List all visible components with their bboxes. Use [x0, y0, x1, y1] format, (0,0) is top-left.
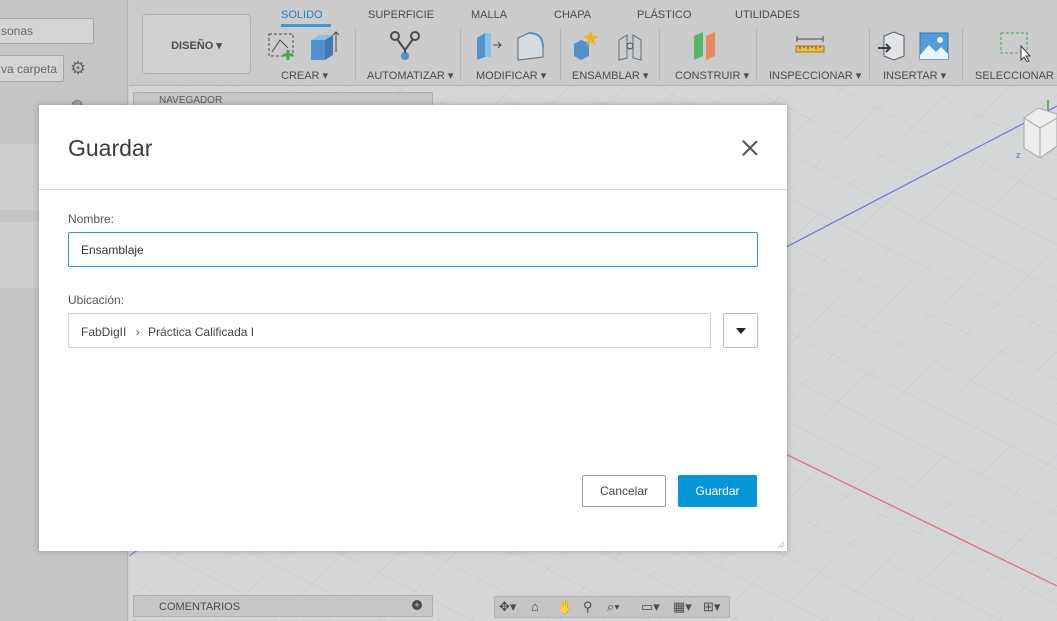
- name-label: Nombre:: [68, 212, 115, 226]
- save-dialog: Guardar Nombre: Ubicación: FabDigII › Pr…: [39, 105, 787, 551]
- location-folder: Práctica Calificada I: [148, 325, 255, 339]
- close-icon[interactable]: [739, 137, 761, 159]
- resize-grip-icon[interactable]: [777, 541, 785, 549]
- location-project: FabDigII: [81, 325, 127, 339]
- chevron-right-icon: ›: [135, 325, 140, 339]
- name-field[interactable]: [68, 232, 758, 267]
- divider: [39, 189, 787, 190]
- location-label: Ubicación:: [68, 293, 125, 307]
- location-dropdown-button[interactable]: [723, 313, 758, 348]
- location-field[interactable]: FabDigII › Práctica Calificada I: [68, 313, 711, 348]
- save-button[interactable]: Guardar: [678, 475, 757, 507]
- cancel-button[interactable]: Cancelar: [582, 475, 666, 507]
- dialog-title: Guardar: [68, 135, 153, 161]
